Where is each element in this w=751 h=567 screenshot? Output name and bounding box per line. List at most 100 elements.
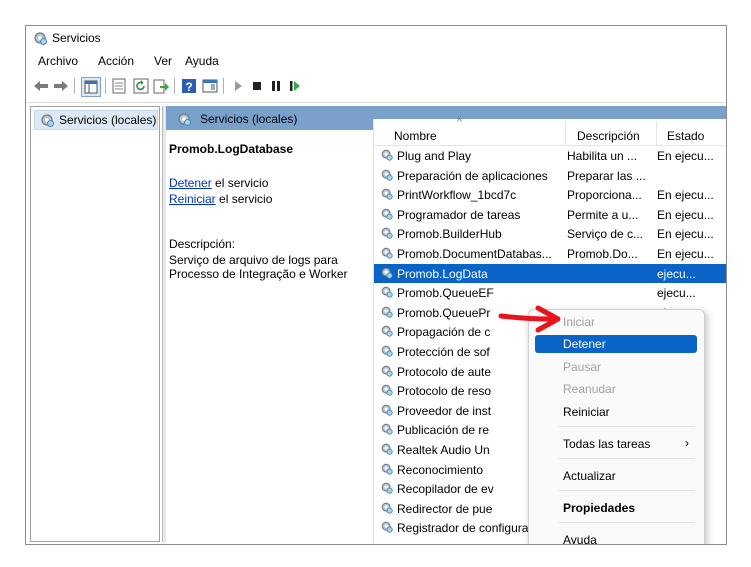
column-header-state[interactable]: Estado [667, 129, 704, 143]
refresh-icon[interactable] [132, 77, 150, 95]
cell-description: Proporciona... [567, 188, 642, 203]
service-gear-icon [381, 267, 393, 279]
service-gear-icon [381, 365, 393, 377]
list-header: ^ Nombre Descripción Estado [374, 117, 726, 146]
title-bar: Servicios [26, 26, 726, 50]
stop-service-link[interactable]: Detener [169, 176, 212, 190]
table-row[interactable]: PrintWorkflow_1bcd7c Proporciona... En eje… [374, 185, 726, 205]
service-gear-icon [381, 169, 393, 181]
stop-service-line: Detener el servicio [169, 176, 268, 190]
cell-name: Promob.LogData [397, 266, 488, 281]
service-gear-icon [381, 208, 393, 220]
cell-name: Plug and Play [397, 149, 472, 163]
action-pane-icon[interactable] [201, 77, 219, 95]
menu-archivo[interactable]: Archivo [38, 54, 78, 68]
cell-description: Promob.Do... [567, 247, 638, 261]
help-icon[interactable]: ? [180, 77, 198, 95]
service-gear-icon [381, 228, 393, 240]
menu-ayuda[interactable]: Ayuda [185, 54, 219, 68]
service-gear-icon [381, 306, 393, 318]
service-gear-icon [381, 404, 393, 416]
cell-description: Habilita un ... [567, 149, 638, 163]
cell-name: Programador de tareas [397, 207, 521, 222]
pane-header-label: Servicios (locales) [200, 112, 298, 126]
console-tree: Servicios (locales) [30, 106, 160, 542]
ctx-properties[interactable]: Propiedades [535, 499, 697, 517]
cell-name: Promob.BuilderHub [397, 227, 502, 242]
tree-item-label: Servicios (locales) [59, 113, 157, 127]
service-gear-icon [381, 463, 393, 475]
service-gear-icon [381, 247, 393, 259]
properties-sheet-icon[interactable] [110, 77, 128, 95]
column-header-description[interactable]: Descripción [577, 129, 640, 143]
forward-arrow-icon[interactable] [52, 77, 70, 95]
ctx-resume[interactable]: Reanudar [535, 380, 697, 398]
table-row[interactable]: Preparación de aplicaciones Preparar las … [374, 166, 726, 186]
ctx-pause[interactable]: Pausar [535, 358, 697, 376]
cell-state: En ejecu... [657, 227, 714, 242]
submenu-chevron-icon: › [685, 436, 689, 450]
table-row[interactable]: Promob.BuilderHub Serviço de c... En ejecu… [374, 224, 726, 244]
context-menu: Iniciar Detener Pausar Reanudar Reinicia… [528, 309, 705, 544]
service-gear-icon [381, 443, 393, 455]
service-gear-icon [381, 326, 393, 338]
export-list-icon[interactable] [152, 77, 170, 95]
console-tree-icon[interactable] [81, 77, 101, 97]
service-gear-icon [381, 149, 393, 161]
cell-state: En ejecu... [657, 188, 714, 203]
restart-service-link[interactable]: Reiniciar [169, 192, 216, 206]
cell-state: ejecu... [657, 286, 696, 301]
service-gear-icon [381, 188, 393, 200]
menu-ver[interactable]: Ver [154, 54, 172, 68]
tree-item-services-local[interactable]: Servicios (locales) [34, 110, 158, 130]
back-arrow-icon[interactable] [32, 77, 50, 95]
services-gear-icon [34, 32, 47, 45]
table-row[interactable]: Promob.LogData ejecu... [374, 263, 726, 284]
ctx-refresh[interactable]: Actualizar [535, 467, 697, 485]
service-gear-icon [381, 286, 393, 298]
cell-name: Promob.DocumentDatabas... [397, 247, 552, 261]
cell-description: Permite a u... [567, 207, 639, 222]
service-gear-icon [381, 384, 393, 396]
toolbar: ? [26, 74, 726, 98]
menu-bar: Archivo Acción Ver Ayuda [26, 50, 726, 72]
window-title: Servicios [52, 31, 101, 45]
pause-service-icon[interactable] [267, 77, 285, 95]
cell-state: En ejecu... [657, 149, 714, 163]
cell-name: PrintWorkflow_1bcd7c [397, 188, 517, 203]
ctx-all-tasks[interactable]: Todas las tareas › [535, 435, 697, 453]
cell-description: Preparar las ... [567, 168, 646, 183]
cell-description: Serviço de c... [567, 227, 644, 242]
sort-arrow-icon: ^ [457, 117, 462, 128]
description-pane: Promob.LogDatabase Detener el servicio R… [166, 130, 366, 544]
selected-service-title: Promob.LogDatabase [169, 142, 294, 156]
service-gear-icon [381, 345, 393, 357]
table-row[interactable]: Promob.QueueEF ejecu... [374, 283, 726, 303]
menu-accion[interactable]: Acción [98, 54, 134, 68]
restart-service-icon[interactable] [286, 77, 304, 95]
table-row[interactable]: Plug and Play Habilita un ... En ejecu... [374, 146, 726, 166]
service-gear-icon [381, 424, 393, 436]
ctx-restart[interactable]: Reiniciar [535, 403, 697, 421]
description-label: Descripción: [169, 237, 236, 251]
services-window: Servicios Archivo Acción Ver Ayuda ? Ser… [25, 25, 727, 545]
table-row[interactable]: Promob.DocumentDatabas... Promob.Do... En … [374, 244, 726, 264]
stop-suffix: el servicio [211, 176, 269, 190]
cell-state: ejecu... [657, 266, 696, 281]
restart-suffix: el servicio [215, 192, 273, 206]
table-row[interactable]: Programador de tareas Permite a u... En ej… [374, 205, 726, 225]
service-gear-icon [381, 522, 393, 534]
services-gear-icon [178, 113, 191, 126]
service-gear-icon [381, 502, 393, 514]
service-gear-icon [381, 482, 393, 494]
restart-service-line: Reiniciar el servicio [169, 192, 272, 206]
red-arrow-annotation-icon [498, 305, 561, 333]
cell-name: Preparación de aplicaciones [397, 168, 548, 183]
svg-text:?: ? [185, 80, 192, 94]
cell-state: En ejecu... [657, 247, 714, 261]
start-service-icon[interactable] [229, 77, 247, 95]
column-header-name[interactable]: Nombre [394, 129, 437, 143]
stop-service-icon[interactable] [248, 77, 266, 95]
cell-name: Promob.QueueEF [397, 286, 494, 301]
ctx-help[interactable]: Ayuda [535, 531, 697, 544]
